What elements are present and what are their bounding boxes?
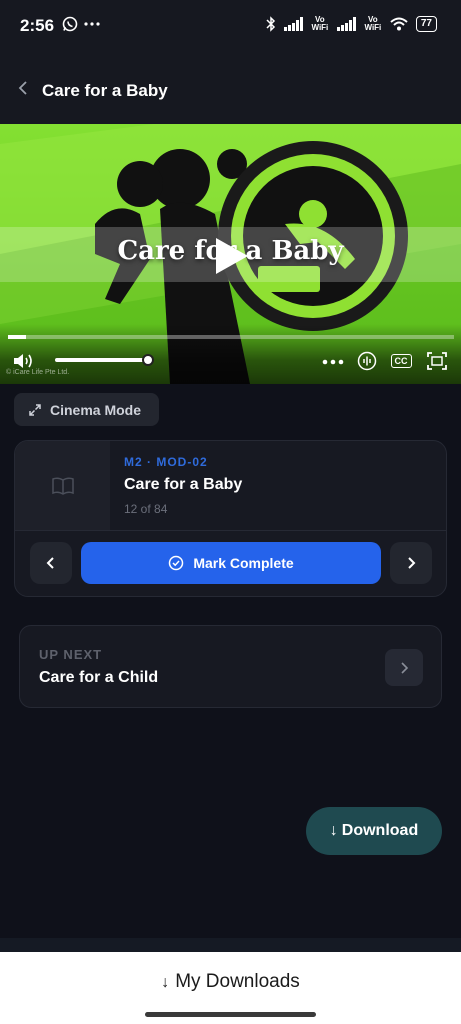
volume-slider[interactable] [55,358,148,362]
video-progress-bar[interactable] [8,335,454,339]
my-downloads-text: My Downloads [175,971,300,992]
my-downloads-bar[interactable]: ↓ My Downloads [0,952,461,1024]
status-bar: 2:56 Vo WiFi Vo WiFi 77 [0,0,461,52]
fullscreen-button[interactable] [426,351,448,371]
up-next-label: UP NEXT [39,647,103,662]
video-progress-fill [8,335,26,339]
more-dots-icon [84,22,100,26]
check-circle-icon [169,555,184,571]
lesson-divider [15,530,446,531]
back-button[interactable] [12,76,34,100]
expand-icon [29,403,41,416]
app-header: Care for a Baby [0,52,461,124]
signal-icon-2 [336,17,356,31]
vowifi-label-2: Vo WiFi [364,15,382,32]
video-player[interactable]: Care for a Baby © iCare Life Pte Ltd. CC [0,124,461,384]
status-left-icons [62,16,100,32]
cc-icon: CC [390,354,412,368]
bluetooth-icon [266,16,275,32]
vowifi-label-1: Vo WiFi [311,15,329,32]
lesson-count: 12 of 84 [124,502,168,516]
volume-icon [14,354,32,368]
next-lesson-button[interactable] [390,542,432,584]
download-button[interactable]: ↓ Download [306,807,442,855]
captions-button[interactable]: CC [390,351,412,371]
mark-complete-label: Mark Complete [193,555,294,571]
more-dots-icon [322,359,344,365]
lesson-thumbnail [15,441,110,530]
my-downloads-label: ↓ My Downloads [0,971,461,993]
up-next-arrow-button[interactable] [385,649,423,686]
home-indicator[interactable] [145,1012,316,1017]
video-copyright: © iCare Life Pte Ltd. [6,369,70,376]
battery-indicator: 77 [415,16,437,32]
up-next-card[interactable]: UP NEXT Care for a Child [19,625,442,708]
page-title: Care for a Baby [42,81,168,100]
fullscreen-icon [427,352,447,370]
status-right-icons: Vo WiFi Vo WiFi 77 [266,16,437,32]
previous-lesson-button[interactable] [30,542,72,584]
status-time: 2:56 [20,16,55,35]
whatsapp-icon [62,16,78,32]
wifi-icon [390,17,408,31]
lesson-card: M2 · MOD-02 Care for a Baby 12 of 84 Mar… [14,440,447,597]
audio-track-button[interactable] [356,351,378,371]
chevron-left-icon [18,81,27,95]
up-next-title: Care for a Child [39,669,159,686]
my-downloads-icon: ↓ [161,974,170,991]
mark-complete-button[interactable]: Mark Complete [81,542,381,584]
chevron-left-icon [46,557,54,569]
play-button[interactable] [208,234,252,278]
chevron-right-icon [408,557,416,569]
book-icon [51,476,74,495]
download-icon: ↓ [329,822,338,839]
play-icon [216,238,248,274]
bottom-divider-strip [0,938,461,952]
signal-icon [283,17,303,31]
download-label: Download [341,822,419,839]
cinema-mode-label: Cinema Mode [50,401,142,418]
cinema-mode-button[interactable]: Cinema Mode [14,393,159,426]
more-options-button[interactable] [322,349,344,370]
lesson-title: Care for a Baby [124,476,243,493]
audio-waveform-icon [357,351,377,371]
chevron-right-icon [401,661,409,674]
lesson-code: M2 · MOD-02 [124,455,208,469]
volume-slider-handle[interactable] [142,354,154,366]
